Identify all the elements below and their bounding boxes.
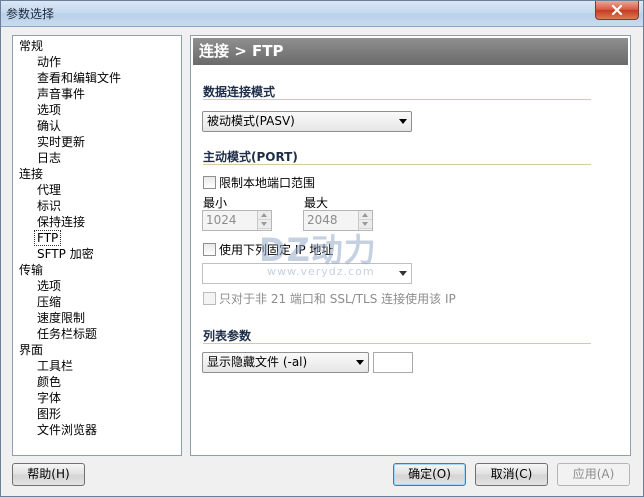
tree-item-label: 确认: [37, 119, 62, 133]
tree-item[interactable]: 标识: [13, 198, 181, 214]
preferences-window: 参数选择 常规 动作 查看和编辑文件 声音事件 选项 确认 实时更新 日志 连接 代理 标识 保持连接…: [0, 0, 644, 497]
tree-item-label: 图形: [37, 407, 62, 421]
list-params-value: 显示隐藏文件 (-al): [207, 355, 308, 369]
dropdown-arrow-icon: [399, 119, 407, 124]
tree-item[interactable]: 任务栏标题: [13, 326, 181, 342]
limit-port-checkbox-row[interactable]: 限制本地端口范围: [203, 175, 315, 191]
tree-item-label: 文件浏览器: [37, 423, 98, 437]
tree-item-label: 代理: [37, 183, 62, 197]
min-label: 最小: [203, 196, 228, 210]
tree-item[interactable]: 文件浏览器: [13, 422, 181, 438]
tree-item[interactable]: 代理: [13, 182, 181, 198]
tree-item[interactable]: 传输: [13, 262, 181, 278]
apply-button[interactable]: 应用(A): [557, 463, 630, 486]
tree-item[interactable]: 工具栏: [13, 358, 181, 374]
tree-item[interactable]: 字体: [13, 390, 181, 406]
tree-item[interactable]: 声音事件: [13, 86, 181, 102]
dropdown-arrow-icon: [356, 360, 364, 365]
spin-down-icon[interactable]: [359, 220, 372, 229]
limit-port-checkbox[interactable]: [203, 176, 216, 189]
tree-item-label: 声音事件: [37, 87, 86, 101]
tree-item-label: 选项: [37, 279, 62, 293]
tree-item[interactable]: 保持连接: [13, 214, 181, 230]
tree-item-label: 实时更新: [37, 135, 86, 149]
use-ip-checkbox[interactable]: [203, 243, 216, 256]
tree-item-label: 查看和编辑文件: [37, 71, 122, 85]
tree-item[interactable]: FTP: [13, 230, 181, 246]
max-port-value: 2048: [307, 213, 338, 227]
divider: [203, 164, 591, 165]
tree-item-label: SFTP 加密: [37, 247, 94, 261]
tree-item[interactable]: 日志: [13, 150, 181, 166]
tree-item[interactable]: 常规: [13, 38, 181, 54]
tree-item-label: 常规: [19, 39, 44, 53]
tree-item-label: 界面: [19, 343, 44, 357]
tree-item[interactable]: 界面: [13, 342, 181, 358]
tree-item[interactable]: 颜色: [13, 374, 181, 390]
only-for-checkbox-row[interactable]: 只对于非 21 端口和 SSL/TLS 连接使用该 IP: [203, 291, 456, 307]
tree-item-label: 工具栏: [37, 359, 74, 373]
list-params-select[interactable]: 显示隐藏文件 (-al): [202, 352, 369, 373]
dropdown-arrow-icon: [399, 271, 407, 276]
close-icon: [611, 5, 623, 15]
tree-item[interactable]: 图形: [13, 406, 181, 422]
tree-item-label: 选项: [37, 103, 62, 117]
tree-item[interactable]: 压缩: [13, 294, 181, 310]
spin-up-icon[interactable]: [359, 211, 372, 220]
divider: [203, 343, 591, 344]
data-mode-select[interactable]: 被动模式(PASV): [202, 111, 412, 132]
tree-item-label: 速度限制: [37, 311, 86, 325]
tree-item[interactable]: 选项: [13, 278, 181, 294]
tree-item-label: FTP: [34, 230, 62, 246]
title-bar: 参数选择: [1, 1, 643, 27]
tree-item[interactable]: 实时更新: [13, 134, 181, 150]
max-label: 最大: [304, 196, 329, 210]
close-button[interactable]: [595, 1, 639, 20]
tree-item[interactable]: 查看和编辑文件: [13, 70, 181, 86]
spin-down-icon[interactable]: [258, 220, 271, 229]
use-ip-checkbox-row[interactable]: 使用下列固定 IP 地址: [203, 242, 333, 258]
help-button[interactable]: 帮助(H): [12, 463, 85, 486]
tree-item[interactable]: 连接: [13, 166, 181, 182]
use-ip-label: 使用下列固定 IP 地址: [219, 243, 334, 257]
min-port-spinner[interactable]: 1024: [202, 210, 272, 231]
list-params-input[interactable]: [373, 352, 413, 373]
tree-item-label: 传输: [19, 263, 44, 277]
limit-port-label: 限制本地端口范围: [219, 176, 316, 190]
tree-item-label: 连接: [19, 167, 44, 181]
tree-item-label: 字体: [37, 391, 62, 405]
tree-item[interactable]: 速度限制: [13, 310, 181, 326]
cancel-button[interactable]: 取消(C): [475, 463, 548, 486]
only-for-label: 只对于非 21 端口和 SSL/TLS 连接使用该 IP: [219, 292, 456, 306]
list-params-title: 列表参数: [203, 329, 252, 343]
min-port-value: 1024: [206, 213, 237, 227]
settings-panel: 连接 > FTP 数据连接模式 被动模式(PASV) 主动模式(PORT) 限制…: [190, 35, 631, 456]
tree-item-label: 保持连接: [37, 215, 86, 229]
panel-header: 连接 > FTP: [193, 38, 628, 65]
settings-tree: 常规 动作 查看和编辑文件 声音事件 选项 确认 实时更新 日志 连接 代理 标识 保持连接 FTP SF…: [12, 35, 182, 456]
active-mode-title: 主动模式(PORT): [203, 150, 298, 164]
tree-item[interactable]: 动作: [13, 54, 181, 70]
divider: [203, 99, 591, 100]
tree-item[interactable]: 选项: [13, 102, 181, 118]
tree-item-label: 任务栏标题: [37, 327, 98, 341]
tree-item[interactable]: 确认: [13, 118, 181, 134]
tree-item-label: 压缩: [37, 295, 62, 309]
spin-up-icon[interactable]: [258, 211, 271, 220]
ok-button[interactable]: 确定(O): [393, 463, 466, 486]
data-mode-title: 数据连接模式: [203, 85, 276, 99]
ip-address-combo[interactable]: [202, 263, 412, 284]
tree-item-label: 动作: [37, 55, 62, 69]
tree-item-label: 日志: [37, 151, 62, 165]
window-title: 参数选择: [6, 7, 55, 21]
tree-item[interactable]: SFTP 加密: [13, 246, 181, 262]
tree-item-label: 颜色: [37, 375, 62, 389]
only-for-checkbox[interactable]: [203, 292, 216, 305]
data-mode-value: 被动模式(PASV): [207, 114, 295, 128]
max-port-spinner[interactable]: 2048: [303, 210, 373, 231]
tree-item-label: 标识: [37, 199, 62, 213]
